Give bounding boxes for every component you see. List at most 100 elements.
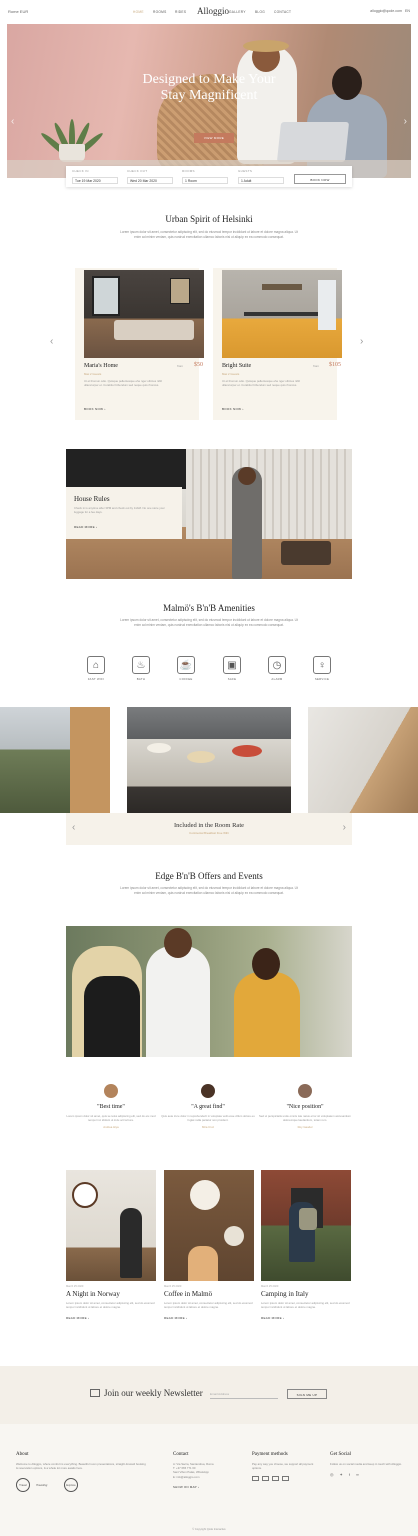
amenity-label: COFFEE — [179, 677, 193, 681]
rooms-next-arrow[interactable]: › — [360, 336, 363, 347]
blog-read-more[interactable]: READ MORE › — [164, 1316, 254, 1320]
backpack — [299, 1208, 317, 1230]
plate — [190, 1180, 220, 1210]
site-logo[interactable]: Alloggio — [197, 6, 229, 16]
hero-next-arrow[interactable]: › — [404, 116, 407, 127]
safe-icon: ▣ — [223, 656, 241, 674]
room-name[interactable]: Maria's Home — [84, 363, 118, 369]
room-book-now-link[interactable]: BOOK NOW › — [84, 407, 106, 411]
blog-read-more[interactable]: READ MORE › — [261, 1316, 351, 1320]
facebook-icon[interactable]: f — [349, 1472, 350, 1477]
card-icon — [282, 1476, 289, 1482]
house-rules-card: House Rules Check in is anytime after 3P… — [66, 487, 182, 539]
included-next-arrow[interactable]: › — [343, 822, 346, 833]
newsletter-title: Join our weekly Newsletter — [104, 1388, 203, 1398]
intro-title: Urban Spirit of Helsinki — [165, 214, 253, 224]
nav-blog[interactable]: BLOG — [255, 10, 265, 14]
blog-post[interactable]: March 25 2020 A Night in Norway Lorem ip… — [66, 1170, 156, 1320]
room-card[interactable]: Bright Suite $105 from Max 2 Guests Ut e… — [213, 268, 342, 420]
room-image[interactable] — [222, 270, 342, 358]
blog-post-title[interactable]: A Night in Norway — [66, 1290, 156, 1298]
room-meta: Max 2 Guests — [222, 372, 240, 376]
amenity-service: ♀ SERVICE — [307, 656, 337, 681]
amenity-safe: ▣ SAFE — [217, 656, 247, 681]
newsletter-signup-button[interactable]: SIGN ME UP — [287, 1389, 327, 1399]
room-name[interactable]: Bright Suite — [222, 363, 251, 369]
badge-traveling: Traveling — [36, 1483, 48, 1488]
instagram-icon[interactable]: ◎ — [330, 1472, 334, 1477]
social-icons: ◎ ✦ f ∞ — [330, 1472, 402, 1477]
footer-contact-email[interactable]: E: info@alloggio.com — [173, 1475, 243, 1479]
blog-read-more-label: READ MORE — [66, 1316, 87, 1320]
nav-rides[interactable]: RIDES — [175, 10, 186, 14]
rooms-select[interactable]: 1 Room — [182, 177, 228, 184]
booking-form: CHECK IN Tue 19 Mar 2020 CHECK OUT Wed 2… — [66, 166, 352, 187]
header-right: alloggio@qode.com EN — [370, 9, 410, 13]
footer-contact-heading: Contact — [173, 1452, 189, 1457]
newsletter-email-input[interactable]: Email Address — [210, 1389, 278, 1399]
language-switch[interactable]: EN — [405, 9, 410, 13]
house-rules-text: Check in is anytime after 3PM and check … — [74, 506, 165, 514]
slide-image-hammock[interactable] — [308, 707, 418, 813]
blog-read-more-label: READ MORE — [261, 1316, 282, 1320]
checkout-field[interactable]: Wed 20 Mar 2020 — [127, 177, 173, 184]
twitter-icon[interactable]: ✦ — [340, 1472, 343, 1477]
footer-social-heading: Get Social — [330, 1452, 351, 1457]
footer-show-on-map[interactable]: SHOW ON MAP › — [173, 1485, 243, 1489]
amenity-label: SAFE — [227, 677, 237, 681]
hero-view-more-button[interactable]: VIEW MORE — [194, 133, 234, 143]
footer-payment-heading: Payment methods — [252, 1452, 288, 1457]
sofa — [281, 541, 331, 565]
guests-select[interactable]: 1 Adult — [238, 177, 284, 184]
tripadvisor-icon[interactable]: ∞ — [356, 1472, 359, 1477]
blog-post-excerpt: Lorem ipsum dolor sit amet, consectetur … — [261, 1301, 350, 1309]
footer-contact: Contact A: Via Sacra, Santandrea, Roma T… — [173, 1452, 243, 1489]
room-book-now-label: BOOK NOW — [84, 407, 104, 411]
checkout-label: CHECK OUT — [127, 169, 148, 173]
avatar — [104, 1084, 118, 1098]
nav-gallery[interactable]: GALLERY — [229, 10, 246, 14]
blog-post-title[interactable]: Coffee in Malmö — [164, 1290, 254, 1298]
room-book-now-link[interactable]: BOOK NOW › — [222, 407, 244, 411]
badge-explore: Explore — [64, 1478, 78, 1493]
blog-post[interactable]: March 25 2020 Coffee in Malmö Lorem ipsu… — [164, 1170, 254, 1320]
blog-read-more[interactable]: READ MORE › — [66, 1316, 156, 1320]
window — [92, 276, 120, 316]
avatar — [201, 1084, 215, 1098]
room-price-from: from — [313, 364, 319, 368]
location-currency[interactable]: Rome EUR — [8, 9, 28, 14]
included-caption: ‹ Included in the Room Rate Continental … — [66, 813, 352, 845]
slide-image-breakfast[interactable] — [127, 707, 291, 813]
rooms-prev-arrow[interactable]: ‹ — [50, 336, 53, 347]
slide-image-garden[interactable] — [0, 707, 110, 813]
top-bar: Rome EUR HOME ROOMS RIDES Alloggio GALLE… — [0, 0, 418, 24]
testimonial-text: Quis aute irure dolor in reprehenderit i… — [161, 1114, 255, 1122]
blog-post-image[interactable] — [66, 1170, 156, 1281]
blog-post-image[interactable] — [164, 1170, 254, 1281]
testimonial-author: Andrea Hiya — [103, 1125, 119, 1129]
blog-post[interactable]: March 25 2020 Camping in Italy Lorem ips… — [261, 1170, 351, 1320]
room-card[interactable]: Maria's Home $50 from Max 2 Guests Ut et… — [75, 268, 204, 420]
card-icon — [272, 1476, 279, 1482]
blog-post-title[interactable]: Camping in Italy — [261, 1290, 351, 1298]
room-image[interactable] — [84, 270, 204, 358]
house-rules-title: House Rules — [74, 495, 110, 503]
hero-prev-arrow[interactable]: ‹ — [11, 116, 14, 127]
amenity-label: FAST WIFI — [87, 677, 105, 681]
testimonial-author: Roy Gaudel — [297, 1125, 313, 1129]
nav-contact[interactable]: CONTACT — [274, 10, 291, 14]
house-rules-read-more[interactable]: READ MORE › — [74, 525, 97, 529]
room-description: Ut et thomun odio. Quisque pellentesque … — [84, 379, 163, 387]
checkin-field[interactable]: Tue 19 Mar 2020 — [72, 177, 118, 184]
footer-payment-text: Pay any way you choose, we support all p… — [252, 1462, 314, 1471]
header-email[interactable]: alloggio@qode.com — [370, 9, 402, 13]
nav-home[interactable]: HOME — [133, 10, 144, 14]
rooms-label: ROOMS — [182, 169, 195, 173]
book-now-button[interactable]: BOOK NOW — [294, 174, 346, 184]
nav-rooms[interactable]: ROOMS — [153, 10, 167, 14]
blog-post-image[interactable] — [261, 1170, 351, 1281]
checkin-label: CHECK IN — [72, 169, 89, 173]
testimonial-quote: "A great find" — [191, 1104, 225, 1110]
blog-post-excerpt: Lorem ipsum dolor sit amet, consectetur … — [164, 1301, 253, 1309]
events-title: Edge B'n'B Offers and Events — [155, 871, 263, 881]
